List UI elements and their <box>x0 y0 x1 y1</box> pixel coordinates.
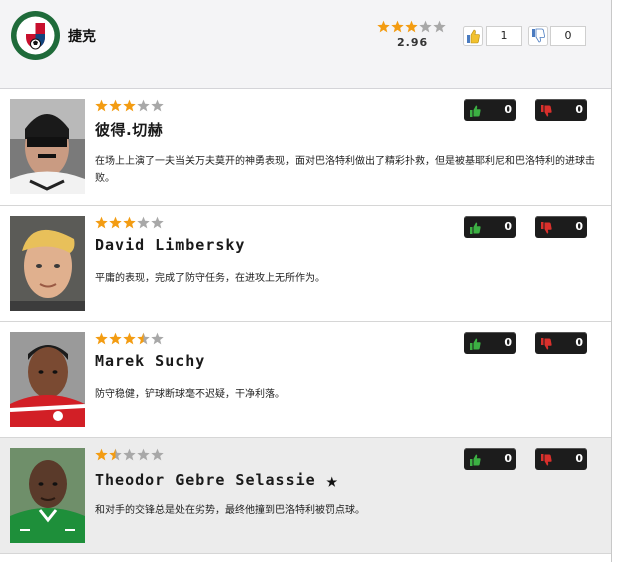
team-up-count: 1 <box>486 26 522 46</box>
star-icon[interactable] <box>433 20 446 33</box>
thumbs-up-icon <box>469 336 483 350</box>
star-icon[interactable] <box>95 332 108 345</box>
player-name: Theodor Gebre Selassie ★ <box>95 468 339 492</box>
thumbs-up-icon <box>469 452 483 466</box>
star-icon[interactable] <box>123 216 136 229</box>
rating-stars-svg <box>95 448 164 461</box>
player-name: 彼得.切赫 <box>95 121 164 139</box>
star-icon[interactable] <box>151 216 164 229</box>
team-name: 捷克 <box>68 29 96 45</box>
player-rating-stars[interactable] <box>95 216 165 229</box>
player-row: 彼得.切赫 在场上上演了一夫当关万夫莫开的神勇表现，面对巴洛特利做出了精彩扑救，… <box>0 89 611 206</box>
ratings-panel: 捷克 2.96 1 0 彼得.切赫 在场上上演了一夫当关万夫莫开的神勇表现，面对… <box>0 0 612 562</box>
star-icon[interactable] <box>137 216 150 229</box>
team-down-count: 0 <box>550 26 586 46</box>
player-name: Marek Suchy <box>95 352 206 370</box>
thumbs-down-count: 0 <box>575 452 583 465</box>
player-comment: 和对手的交锋总是处在劣势，最终他撞到巴洛特利被罚点球。 <box>95 505 365 516</box>
star-icon[interactable] <box>151 448 164 461</box>
star-icon[interactable] <box>137 99 150 112</box>
player-photo <box>10 216 85 311</box>
player-row: Theodor Gebre Selassie ★ 和对手的交锋总是处在劣势，最终他… <box>0 438 611 554</box>
thumbs-up-button[interactable]: 0 <box>464 99 516 121</box>
player-photo <box>10 332 85 427</box>
star-icon[interactable] <box>95 216 108 229</box>
thumbs-up-button[interactable]: 0 <box>464 448 516 470</box>
player-photo <box>10 448 85 543</box>
thumbs-up-button[interactable]: 0 <box>464 332 516 354</box>
star-icon[interactable] <box>151 332 164 345</box>
team-rating-score: 2.96 <box>397 36 429 49</box>
team-header: 捷克 2.96 1 0 <box>0 0 611 89</box>
thumbs-down-count: 0 <box>575 103 583 116</box>
thumbs-up-count: 0 <box>504 452 512 465</box>
thumbs-up-icon <box>469 103 483 117</box>
star-icon[interactable] <box>95 99 108 112</box>
player-comment: 防守稳健，铲球断球毫不迟疑，干净利落。 <box>95 389 285 400</box>
thumbs-down-button[interactable]: 0 <box>535 448 587 470</box>
star-icon[interactable] <box>391 20 404 33</box>
player-photo <box>10 99 85 194</box>
thumbs-up-icon[interactable] <box>463 26 483 46</box>
thumbs-up-count: 0 <box>504 220 512 233</box>
rating-stars-svg <box>95 216 164 229</box>
team-rating-stars[interactable] <box>377 20 447 33</box>
star-icon[interactable] <box>109 448 122 461</box>
player-rating-stars[interactable] <box>95 448 165 461</box>
thumbs-down-icon[interactable] <box>528 26 548 46</box>
thumbs-down-count: 0 <box>575 336 583 349</box>
star-icon[interactable] <box>377 20 390 33</box>
thumbs-up-button[interactable]: 0 <box>464 216 516 238</box>
star-icon[interactable] <box>109 332 122 345</box>
star-icon[interactable] <box>123 448 136 461</box>
player-row: Marek Suchy 防守稳健，铲球断球毫不迟疑，干净利落。 0 0 <box>0 322 611 438</box>
star-icon: ★ <box>325 468 339 492</box>
star-icon[interactable] <box>123 99 136 112</box>
star-icon[interactable] <box>109 216 122 229</box>
player-rating-stars[interactable] <box>95 99 165 112</box>
rating-stars-svg <box>95 99 164 112</box>
star-icon[interactable] <box>151 99 164 112</box>
thumbs-down-icon <box>540 220 554 234</box>
thumbs-down-icon <box>540 452 554 466</box>
star-icon[interactable] <box>137 448 150 461</box>
team-crest-icon <box>11 11 60 60</box>
thumbs-down-count: 0 <box>575 220 583 233</box>
thumbs-down-button[interactable]: 0 <box>535 99 587 121</box>
star-icon[interactable] <box>137 332 150 345</box>
player-name: David Limbersky <box>95 236 246 254</box>
rating-stars-svg <box>377 20 446 33</box>
thumbs-down-icon <box>540 336 554 350</box>
player-comment: 平庸的表现，完成了防守任务，在进攻上无所作为。 <box>95 273 325 284</box>
star-icon[interactable] <box>405 20 418 33</box>
thumbs-up-count: 0 <box>504 103 512 116</box>
player-rating-stars[interactable] <box>95 332 165 345</box>
player-name-text: Theodor Gebre Selassie <box>95 471 316 489</box>
star-icon[interactable] <box>123 332 136 345</box>
star-icon[interactable] <box>95 448 108 461</box>
thumbs-down-icon <box>540 103 554 117</box>
star-icon[interactable] <box>109 99 122 112</box>
player-row: David Limbersky 平庸的表现，完成了防守任务，在进攻上无所作为。 … <box>0 206 611 322</box>
star-icon[interactable] <box>419 20 432 33</box>
thumbs-up-icon <box>469 220 483 234</box>
player-comment: 在场上上演了一夫当关万夫莫开的神勇表现，面对巴洛特利做出了精彩扑救，但是被基耶利… <box>95 156 595 184</box>
thumbs-down-button[interactable]: 0 <box>535 332 587 354</box>
thumbs-down-button[interactable]: 0 <box>535 216 587 238</box>
rating-stars-svg <box>95 332 164 345</box>
thumbs-up-count: 0 <box>504 336 512 349</box>
